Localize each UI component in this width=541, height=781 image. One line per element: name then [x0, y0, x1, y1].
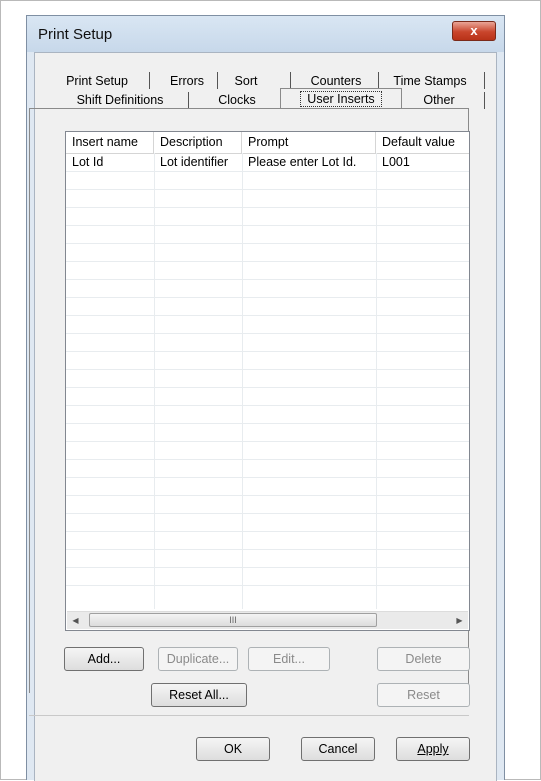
column-header-description[interactable]: Description — [154, 132, 242, 153]
cancel-button[interactable]: Cancel — [301, 737, 375, 761]
row-gridline — [66, 405, 469, 406]
tab-separator — [378, 72, 379, 89]
tab-errors[interactable]: Errors — [163, 71, 211, 91]
column-header-default-value[interactable]: Default value — [376, 132, 469, 153]
bottom-separator — [29, 715, 469, 716]
row-gridline — [66, 315, 469, 316]
row-gridline — [66, 243, 469, 244]
tab-user-inserts-label: User Inserts — [300, 91, 382, 107]
row-gridline — [66, 279, 469, 280]
row-gridline — [66, 333, 469, 334]
cell-insert-name: Lot Id — [72, 155, 104, 169]
row-gridline — [66, 261, 469, 262]
column-header-prompt[interactable]: Prompt — [242, 132, 376, 153]
duplicate-button[interactable]: Duplicate... — [158, 647, 238, 671]
cell-prompt: Please enter Lot Id. — [248, 155, 357, 169]
tab-user-inserts[interactable]: User Inserts — [280, 88, 402, 109]
window-title: Print Setup — [38, 26, 113, 43]
scroll-right-icon[interactable]: ▶ — [451, 612, 468, 629]
close-button[interactable]: x — [452, 21, 496, 41]
row-gridline — [66, 369, 469, 370]
reset-button[interactable]: Reset — [377, 683, 470, 707]
add-button[interactable]: Add... — [64, 647, 144, 671]
row-gridline — [66, 549, 469, 550]
row-gridline — [66, 351, 469, 352]
tab-separator — [217, 72, 218, 89]
tab-other[interactable]: Other — [404, 90, 474, 110]
tab-separator — [188, 92, 189, 109]
row-gridline — [66, 459, 469, 460]
column-gridline — [376, 153, 377, 609]
table-header: Insert name Description Prompt Default v… — [66, 132, 469, 154]
row-gridline — [66, 387, 469, 388]
scroll-thumb[interactable]: III — [89, 613, 377, 627]
column-gridline — [154, 153, 155, 609]
tab-shift-definitions[interactable]: Shift Definitions — [60, 90, 180, 110]
row-gridline — [66, 441, 469, 442]
title-bar: Print Setup x — [27, 16, 504, 52]
edit-button[interactable]: Edit... — [248, 647, 330, 671]
tab-clocks[interactable]: Clocks — [200, 90, 274, 110]
row-gridline — [66, 297, 469, 298]
delete-button[interactable]: Delete — [377, 647, 470, 671]
row-gridline — [66, 531, 469, 532]
row-gridline — [66, 171, 469, 172]
row-gridline — [66, 495, 469, 496]
cell-description: Lot identifier — [160, 155, 229, 169]
row-gridline — [66, 189, 469, 190]
tab-separator — [149, 72, 150, 89]
scroll-left-icon[interactable]: ◀ — [67, 612, 84, 629]
tab-separator — [290, 72, 291, 89]
row-gridline — [66, 513, 469, 514]
row-gridline — [66, 207, 469, 208]
tab-separator — [484, 72, 485, 89]
ok-button[interactable]: OK — [196, 737, 270, 761]
tab-print-setup[interactable]: Print Setup — [60, 71, 134, 91]
column-header-insert-name[interactable]: Insert name — [66, 132, 154, 153]
reset-all-button[interactable]: Reset All... — [151, 683, 247, 707]
tab-sort[interactable]: Sort — [226, 71, 266, 91]
user-inserts-table[interactable]: Insert name Description Prompt Default v… — [65, 131, 470, 631]
row-gridline — [66, 477, 469, 478]
horizontal-scrollbar[interactable]: ◀ III ▶ — [67, 611, 468, 629]
row-gridline — [66, 225, 469, 226]
row-gridline — [66, 423, 469, 424]
apply-button[interactable]: Apply — [396, 737, 470, 761]
tab-separator — [484, 92, 485, 109]
row-gridline — [66, 585, 469, 586]
cell-default-value: L001 — [382, 155, 410, 169]
row-gridline — [66, 567, 469, 568]
column-gridline — [242, 153, 243, 609]
